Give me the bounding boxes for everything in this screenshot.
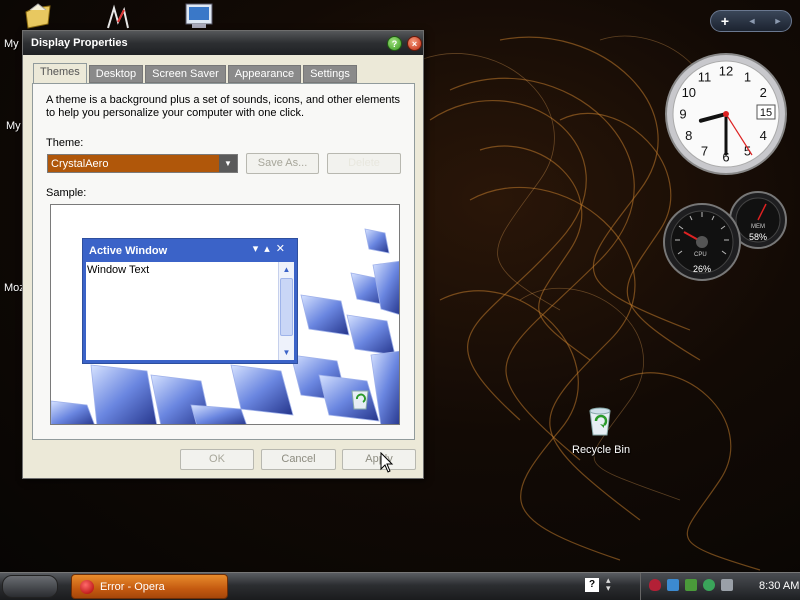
ok-button[interactable]: OK [180, 449, 254, 470]
clock-gadget[interactable]: 1 2 4 5 6 7 8 9 10 11 12 15 [662, 52, 790, 176]
add-gadget-button[interactable]: + [711, 13, 739, 29]
cpu-meter-dials [663, 191, 787, 281]
system-tray: 8:30 AM [640, 573, 800, 600]
chart-app-icon [107, 4, 129, 29]
network-icon[interactable] [667, 579, 679, 591]
sample-window-body: Window Text ▲ ▼ [86, 262, 294, 360]
chevron-down-icon[interactable]: ▼ [219, 155, 237, 172]
help-button[interactable]: ? [387, 36, 402, 51]
tab-settings[interactable]: Settings [303, 65, 357, 83]
tools-icon[interactable] [685, 579, 697, 591]
sample-recycle-bin-icon [351, 390, 369, 410]
cancel-button[interactable]: Cancel [261, 449, 336, 470]
sample-window-text: Window Text [87, 264, 150, 276]
desktop-icon-label[interactable]: My [6, 120, 21, 132]
tab-themes[interactable]: Themes [33, 63, 87, 83]
gadgets-prev-button[interactable]: ◄ [739, 16, 765, 26]
clock-numeral: 11 [698, 69, 712, 84]
clock-numeral: 2 [760, 85, 767, 100]
recycle-bin-icon [589, 407, 611, 436]
theme-sample-preview: Active Window ▾▴✕ Window Text ▲ ▼ [50, 204, 400, 425]
clock-numeral: 4 [760, 128, 767, 143]
recycle-bin[interactable]: Recycle Bin [565, 405, 633, 461]
start-button[interactable] [2, 575, 58, 598]
gadgets-next-button[interactable]: ► [765, 16, 791, 26]
display-properties-dialog: Display Properties ? × Themes Desktop Sc… [22, 30, 424, 479]
sync-icon[interactable] [703, 579, 715, 591]
desktop-icon-label[interactable]: My [4, 38, 19, 50]
tab-screen-saver[interactable]: Screen Saver [145, 65, 226, 83]
folder-icon [25, 3, 51, 29]
delete-button[interactable]: Delete [327, 153, 401, 174]
scroll-up-icon: ▲ [282, 265, 291, 274]
sample-window-title: Active Window [89, 245, 168, 257]
cpu-meter-gadget[interactable]: CPU 26% MEM 58% [662, 190, 790, 285]
computer-icon [185, 3, 213, 28]
tab-strip: Themes Desktop Screen Saver Appearance S… [33, 63, 359, 83]
clock-date: 15 [760, 107, 772, 119]
taskbar-item-label: Error - Opera [100, 581, 165, 593]
sample-active-window: Active Window ▾▴✕ Window Text ▲ ▼ [82, 238, 298, 364]
clock-numeral: 7 [701, 144, 708, 159]
mem-label: MEM [751, 224, 765, 230]
mouse-cursor-icon [380, 452, 394, 473]
desktop-icon-computer[interactable] [184, 2, 214, 30]
scroll-down-icon: ▼ [282, 348, 291, 357]
opera-icon [80, 580, 94, 594]
sample-scrollbar: ▲ ▼ [278, 262, 294, 360]
sample-label: Sample: [46, 187, 87, 199]
drive-icon[interactable] [721, 579, 733, 591]
taskbar-item-opera[interactable]: Error - Opera [71, 574, 228, 599]
themes-panel: A theme is a background plus a set of so… [32, 83, 415, 440]
desktop-icon-app[interactable] [104, 4, 132, 30]
clock-numeral: 12 [719, 64, 733, 79]
cpu-value: 26% [693, 264, 712, 274]
apply-button[interactable]: Apply [342, 449, 416, 470]
window-title: Display Properties [31, 37, 128, 49]
taskbar-clock[interactable]: 8:30 AM [759, 580, 799, 592]
scroll-thumb [280, 278, 293, 336]
mem-value: 58% [749, 232, 768, 242]
gadget-toolbar: + ◄ ► [710, 10, 792, 32]
taskbar: Error - Opera ? ▴ ▾ 8:30 AM [0, 572, 800, 600]
desktop-icon-my-documents[interactable] [24, 2, 52, 30]
save-as-button[interactable]: Save As... [246, 153, 319, 174]
clock-numeral: 10 [682, 85, 696, 100]
shield-icon[interactable] [649, 579, 661, 591]
tab-desktop[interactable]: Desktop [88, 65, 144, 83]
sample-window-controls: ▾▴✕ [252, 243, 291, 255]
tray-expand-icon[interactable]: ▴ ▾ [606, 576, 611, 593]
cpu-label: CPU [694, 252, 707, 258]
intro-text: A theme is a background plus a set of so… [46, 94, 401, 119]
tab-appearance[interactable]: Appearance [227, 65, 302, 83]
close-button[interactable]: × [407, 36, 422, 51]
clock-face: 124567891011 12 15 [665, 53, 787, 175]
help-tray-icon[interactable]: ? [585, 578, 599, 592]
theme-select-value: CrystalAero [51, 158, 109, 170]
clock-numeral: 8 [685, 128, 692, 143]
clock-numeral: 1 [744, 69, 751, 84]
clock-numeral: 9 [679, 107, 686, 122]
recycle-bin-label: Recycle Bin [572, 444, 631, 456]
theme-label: Theme: [46, 137, 84, 149]
title-bar[interactable]: Display Properties ? × [23, 31, 423, 55]
theme-select[interactable]: CrystalAero ▼ [47, 154, 238, 173]
